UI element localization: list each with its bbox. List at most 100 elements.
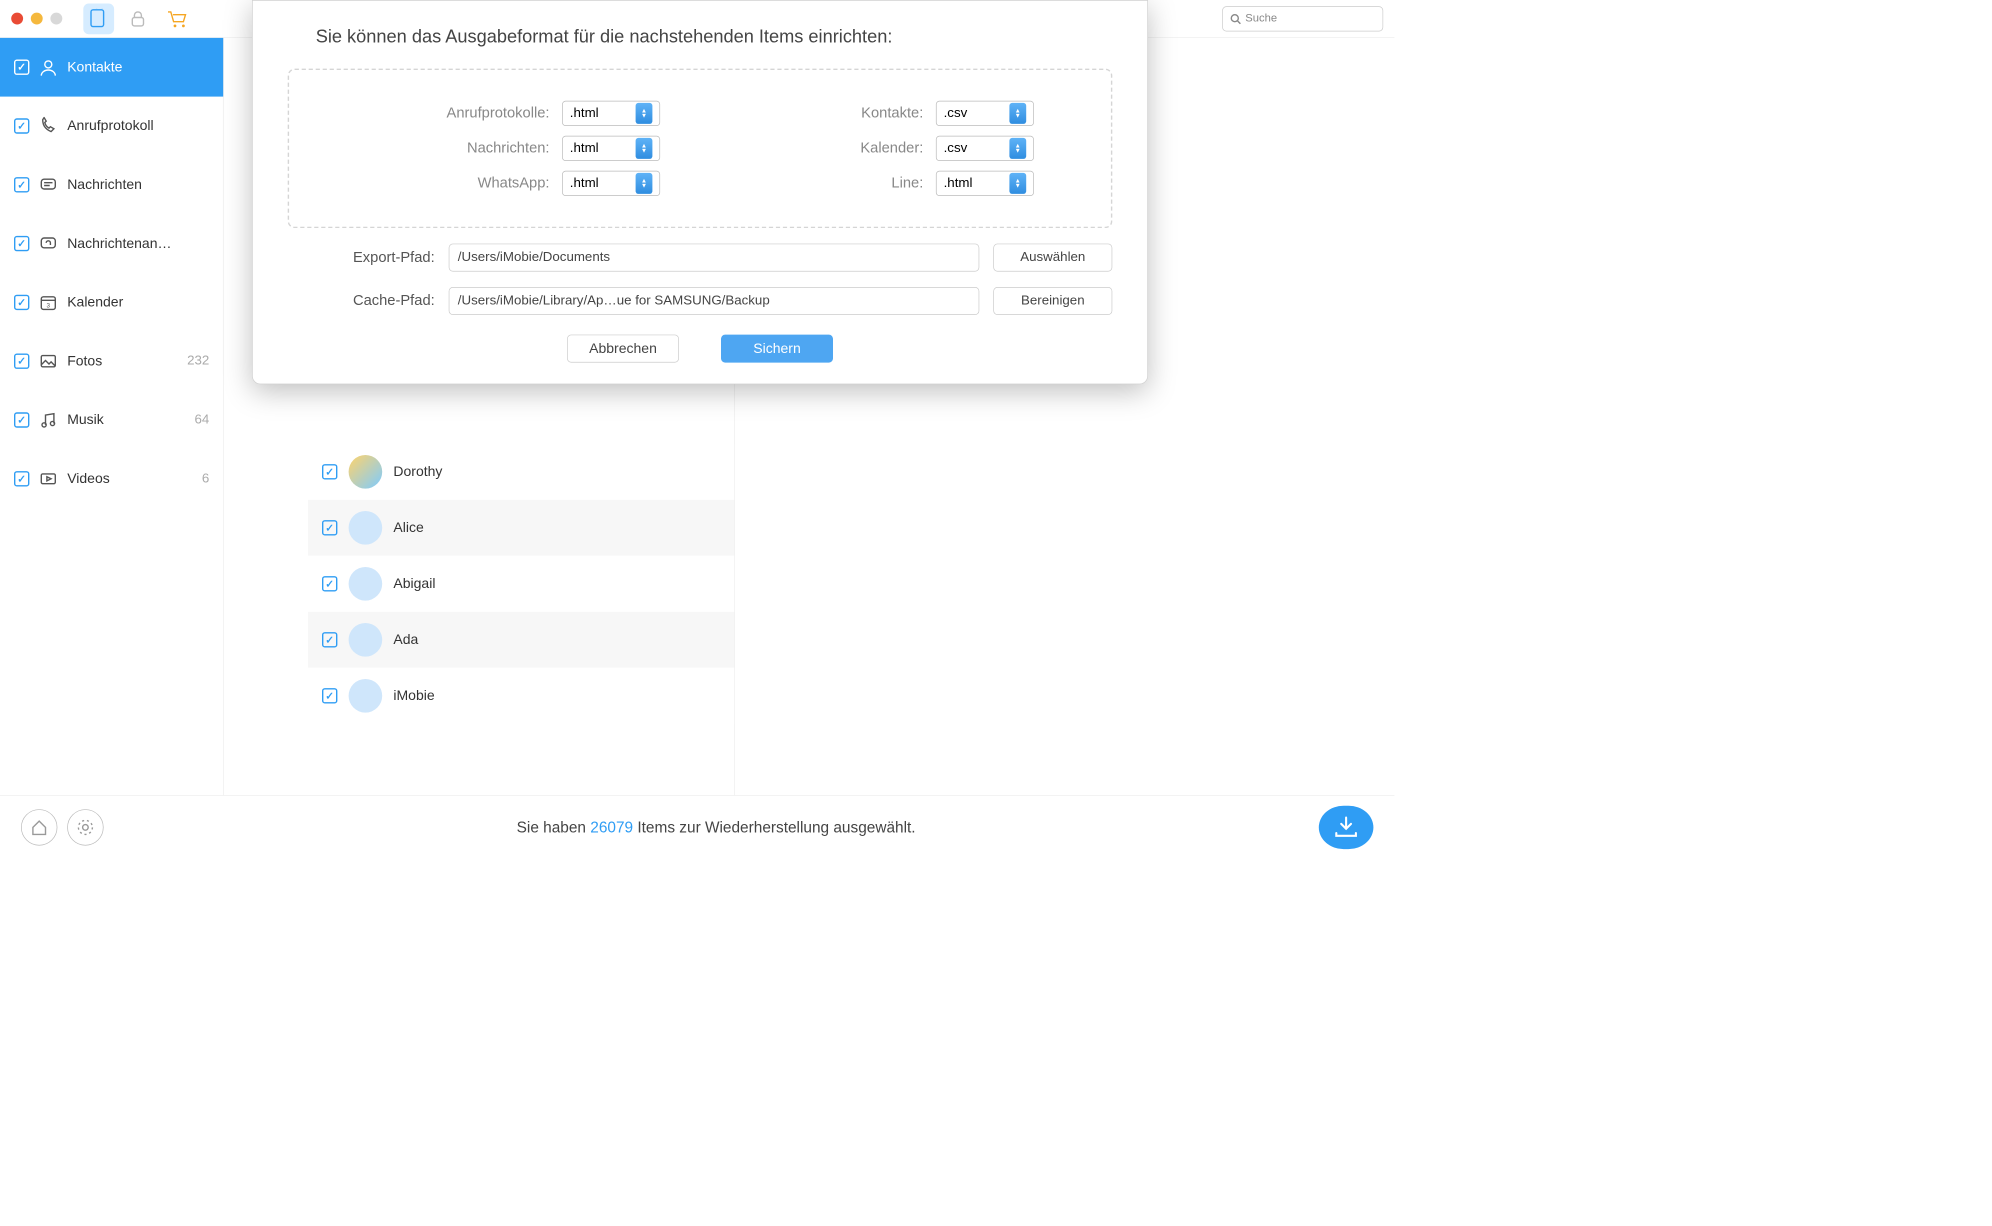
checkbox-icon[interactable]: ✓ (14, 177, 29, 192)
sidebar-item-count: 6 (202, 471, 209, 486)
chevron-updown-icon: ▲▼ (636, 173, 653, 194)
sidebar: ✓ Kontakte ✓ Anrufprotokoll ✓ Nachrichte… (0, 38, 224, 795)
footer: Sie haben 26079 Items zur Wiederherstell… (0, 795, 1394, 858)
list-item[interactable]: ✓ Dorothy (308, 444, 734, 500)
list-item[interactable]: ✓ Abigail (308, 556, 734, 612)
sidebar-item-label: Kontakte (67, 59, 122, 75)
list-item[interactable]: ✓ Ada (308, 612, 734, 668)
format-label-line: Line: (740, 175, 923, 192)
checkbox-icon[interactable]: ✓ (14, 236, 29, 251)
export-path-input[interactable]: /Users/iMobie/Documents (449, 244, 980, 272)
checkbox-icon[interactable]: ✓ (14, 295, 29, 310)
checkbox-icon[interactable]: ✓ (322, 576, 337, 591)
search-input[interactable]: Suche (1222, 6, 1383, 31)
checkbox-icon[interactable]: ✓ (14, 412, 29, 427)
sidebar-item-nachrichten[interactable]: ✓ Nachrichten (0, 155, 223, 214)
list-item[interactable]: ✓ iMobie (308, 668, 734, 724)
cancel-button[interactable]: Abbrechen (567, 335, 679, 363)
chevron-updown-icon: ▲▼ (1009, 138, 1026, 159)
list-item[interactable]: ✓ Alice (308, 500, 734, 556)
format-label-anrufprotokolle: Anrufprotokolle: (366, 105, 549, 122)
sidebar-item-musik[interactable]: ✓ Musik 64 (0, 391, 223, 450)
toolbar-cart-icon[interactable] (162, 3, 193, 34)
chevron-updown-icon: ▲▼ (1009, 103, 1026, 124)
sidebar-item-count: 64 (195, 412, 210, 427)
toolbar-lock-icon[interactable] (123, 3, 154, 34)
clean-cache-button[interactable]: Bereinigen (993, 287, 1112, 315)
sidebar-item-kalender[interactable]: ✓ 3 Kalender (0, 273, 223, 332)
checkbox-icon[interactable]: ✓ (322, 464, 337, 479)
sidebar-item-fotos[interactable]: ✓ Fotos 232 (0, 332, 223, 391)
checkbox-icon[interactable]: ✓ (322, 520, 337, 535)
contact-name: Alice (393, 520, 423, 536)
sidebar-item-label: Musik (67, 412, 104, 428)
gear-icon (76, 818, 94, 836)
chevron-updown-icon: ▲▼ (1009, 173, 1026, 194)
checkbox-icon[interactable]: ✓ (322, 632, 337, 647)
contact-name: Ada (393, 632, 418, 648)
export-path-label: Export-Pfad: (288, 249, 435, 266)
modal-title: Sie können das Ausgabeformat für die nac… (288, 26, 1113, 48)
checkbox-icon[interactable]: ✓ (14, 471, 29, 486)
format-select-whatsapp[interactable]: .html▲▼ (562, 171, 660, 196)
chevron-updown-icon: ▲▼ (636, 103, 653, 124)
export-settings-modal: Sie können das Ausgabeformat für die nac… (252, 0, 1148, 384)
sidebar-item-label: Videos (67, 471, 110, 487)
choose-export-path-button[interactable]: Auswählen (993, 244, 1112, 272)
cache-path-input[interactable]: /Users/iMobie/Library/Ap…ue for SAMSUNG/… (449, 287, 980, 315)
sidebar-item-label: Fotos (67, 353, 102, 369)
format-label-kontakte: Kontakte: (740, 105, 923, 122)
photos-icon (39, 352, 57, 370)
contact-name: Dorothy (393, 464, 442, 480)
sidebar-item-label: Nachrichtenan… (67, 236, 171, 252)
videos-icon (39, 470, 57, 488)
maximize-window-icon (50, 13, 62, 25)
sidebar-item-nachrichtenanhang[interactable]: ✓ Nachrichtenan… (0, 214, 223, 273)
avatar (349, 679, 383, 713)
messages-icon (39, 176, 57, 194)
checkbox-icon[interactable]: ✓ (14, 118, 29, 133)
format-label-nachrichten: Nachrichten: (366, 140, 549, 157)
checkbox-icon[interactable]: ✓ (322, 688, 337, 703)
sidebar-item-label: Nachrichten (67, 177, 142, 193)
format-select-line[interactable]: .html▲▼ (936, 171, 1034, 196)
music-icon (39, 411, 57, 429)
search-icon (1230, 13, 1241, 24)
settings-button[interactable] (67, 809, 103, 845)
close-window-icon[interactable] (11, 13, 23, 25)
contacts-icon (39, 58, 57, 76)
avatar (349, 567, 383, 601)
sidebar-item-label: Kalender (67, 294, 123, 310)
phone-icon (39, 117, 57, 135)
cache-path-label: Cache-Pfad: (288, 293, 435, 310)
contact-name: iMobie (393, 688, 434, 704)
format-label-kalender: Kalender: (740, 140, 923, 157)
sidebar-item-label: Anrufprotokoll (67, 118, 153, 134)
format-select-kalender[interactable]: .csv▲▼ (936, 136, 1034, 161)
checkbox-icon[interactable]: ✓ (14, 60, 29, 75)
selected-count: 26079 (590, 818, 633, 836)
format-select-kontakte[interactable]: .csv▲▼ (936, 101, 1034, 126)
export-button[interactable] (1319, 805, 1374, 848)
contact-name: Abigail (393, 576, 435, 592)
save-button[interactable]: Sichern (721, 335, 833, 363)
footer-status: Sie haben 26079 Items zur Wiederherstell… (113, 818, 1318, 836)
download-icon (1332, 814, 1360, 839)
sidebar-item-anrufprotokoll[interactable]: ✓ Anrufprotokoll (0, 97, 223, 156)
checkbox-icon[interactable]: ✓ (14, 354, 29, 369)
home-icon (30, 818, 48, 836)
home-button[interactable] (21, 809, 57, 845)
format-label-whatsapp: WhatsApp: (366, 175, 549, 192)
format-options: Anrufprotokolle: .html▲▼ Kontakte: .csv▲… (288, 69, 1113, 229)
chevron-updown-icon: ▲▼ (636, 138, 653, 159)
svg-text:3: 3 (47, 302, 51, 309)
minimize-window-icon[interactable] (31, 13, 43, 25)
toolbar-device-icon[interactable] (83, 3, 114, 34)
sidebar-item-videos[interactable]: ✓ Videos 6 (0, 449, 223, 508)
attachment-icon (39, 235, 57, 253)
sidebar-item-kontakte[interactable]: ✓ Kontakte (0, 38, 223, 97)
avatar (349, 623, 383, 657)
search-placeholder: Suche (1245, 12, 1277, 25)
format-select-nachrichten[interactable]: .html▲▼ (562, 136, 660, 161)
format-select-anrufprotokolle[interactable]: .html▲▼ (562, 101, 660, 126)
